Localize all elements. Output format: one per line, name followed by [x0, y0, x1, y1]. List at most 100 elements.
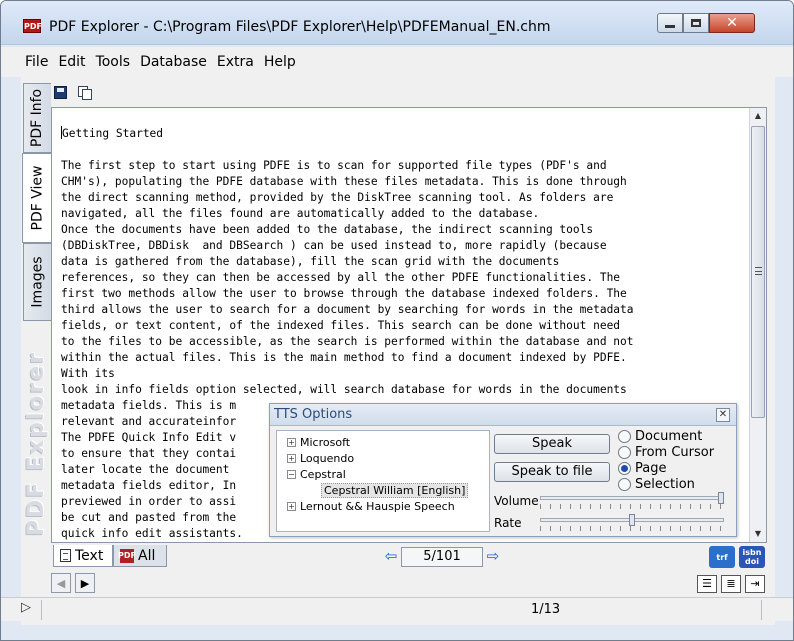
tts-close-button[interactable]: ✕ — [716, 408, 730, 422]
scroll-down-icon[interactable]: ▼ — [750, 526, 766, 542]
arrow-right-icon: ▶ — [80, 576, 90, 590]
tab-pdf-view-label: PDF View — [29, 165, 46, 231]
viewer-toolbar — [51, 83, 93, 105]
tts-title-bar[interactable]: TTS Options ✕ — [270, 404, 736, 426]
edit-list-icon[interactable]: ☰ — [697, 575, 717, 593]
document-line: With its — [61, 367, 115, 380]
list-view-icon[interactable]: ≣ — [721, 575, 741, 593]
document-line: metadata fields. This is m — [61, 399, 237, 412]
radio-page[interactable]: Page — [618, 460, 666, 476]
menu-extra[interactable]: Extra — [217, 54, 254, 70]
rate-ticks — [540, 526, 724, 531]
document-line: be cut and pasted from the — [61, 511, 237, 524]
voice-item-lernout-hauspie[interactable]: + Lernout && Hauspie Speech — [287, 499, 455, 515]
scroll-up-icon[interactable]: ▲ — [750, 108, 766, 124]
brand-watermark: PDF Explorer — [25, 343, 50, 543]
tab-text[interactable]: Text — [53, 545, 113, 567]
save-button[interactable] — [51, 83, 69, 101]
document-line: metadata fields editor, In — [61, 479, 237, 492]
voice-item-loquendo[interactable]: + Loquendo — [287, 451, 354, 467]
menu-file[interactable]: File — [25, 54, 48, 70]
menu-tools[interactable]: Tools — [96, 54, 131, 70]
document-line: CHM's), populating the PDFE database wit… — [61, 175, 627, 188]
speak-button[interactable]: Speak — [494, 434, 610, 454]
menu-edit[interactable]: Edit — [58, 54, 85, 70]
close-icon: ✕ — [718, 409, 728, 420]
radio-document[interactable]: Document — [618, 428, 702, 444]
tab-images[interactable]: Images — [23, 243, 51, 321]
export-icon[interactable]: ⇥ — [745, 575, 765, 593]
trf-button[interactable]: trf — [709, 546, 735, 568]
radio-from-cursor[interactable]: From Cursor — [618, 444, 714, 460]
rate-slider-thumb[interactable] — [629, 514, 635, 526]
expand-icon[interactable]: + — [287, 454, 296, 463]
title-bar[interactable]: PDF PDF Explorer - C:\Program Files\PDF … — [1, 1, 793, 45]
radio-label: Page — [635, 460, 667, 476]
isbn-doi-button[interactable]: isbn doi — [739, 546, 765, 568]
voice-item-microsoft[interactable]: + Microsoft — [287, 435, 350, 451]
expand-icon[interactable]: + — [287, 502, 296, 511]
radio-icon — [618, 445, 631, 459]
volume-label: Volume — [494, 494, 539, 508]
document-scrollbar[interactable]: ▲ ▼ — [749, 108, 766, 542]
rate-label: Rate — [494, 516, 522, 530]
document-line: previewed in order to assi — [61, 495, 237, 508]
window-title: PDF Explorer - C:\Program Files\PDF Expl… — [49, 19, 551, 35]
scrollbar-thumb[interactable] — [751, 126, 765, 418]
menu-database[interactable]: Database — [140, 54, 207, 70]
voice-item-cepstral[interactable]: − Cepstral — [287, 467, 346, 483]
prev-page-button[interactable]: ⇦ — [381, 546, 401, 566]
document-line: within the actual files. This is the mai… — [61, 351, 627, 364]
view-tabs-bar: Text PDF All ⇦ 5/101 ⇨ trf isbn doi — [51, 543, 767, 569]
menu-help[interactable]: Help — [264, 54, 296, 70]
collapse-icon[interactable]: − — [287, 470, 296, 479]
volume-slider-thumb[interactable] — [718, 492, 724, 504]
close-button[interactable]: ✕ — [709, 13, 755, 33]
file-navigation: ◀ ▶ — [51, 573, 95, 595]
voice-label: Cepstral William [English] — [321, 483, 469, 498]
document-line: the direct scanning method, provided by … — [61, 191, 614, 204]
radio-icon — [618, 429, 631, 443]
last-file-button[interactable]: ▶ — [75, 573, 95, 593]
main-window: PDF PDF Explorer - C:\Program Files\PDF … — [0, 0, 794, 641]
maximize-icon — [691, 19, 701, 27]
isbn-doi-icon: isbn doi — [743, 548, 762, 566]
volume-ticks — [540, 504, 724, 509]
tab-all-label: All — [138, 547, 156, 564]
tab-pdf-view[interactable]: PDF View — [22, 153, 52, 243]
tab-images-label: Images — [29, 256, 46, 308]
volume-slider[interactable] — [540, 496, 724, 500]
page-icon — [60, 549, 71, 562]
isbn-label: isbn — [742, 548, 762, 557]
copy-button[interactable] — [75, 83, 93, 101]
tts-options-dialog: TTS Options ✕ + Microsoft + Loquendo − Ceps… — [269, 403, 737, 537]
expand-icon[interactable]: + — [287, 438, 296, 447]
document-line: relevant and accurateinfor — [61, 415, 237, 428]
next-page-button[interactable]: ⇨ — [483, 546, 503, 566]
first-file-button[interactable]: ◀ — [51, 573, 71, 593]
page-counter[interactable]: 5/101 — [401, 547, 483, 567]
copy-icon — [77, 85, 92, 100]
tab-pdf-info[interactable]: PDF Info — [23, 83, 51, 153]
pdf-app-icon[interactable]: PDF — [23, 19, 42, 33]
voice-tree[interactable]: + Microsoft + Loquendo − Cepstral Cepstral … — [276, 430, 490, 532]
radio-selection[interactable]: Selection — [618, 476, 695, 492]
radio-label: Document — [635, 428, 703, 444]
document-line: look in info fields option selected, wil… — [61, 383, 627, 396]
status-bar: ▷ 1/13 — [1, 597, 793, 621]
tab-all[interactable]: PDF All — [113, 545, 167, 567]
speak-to-file-button[interactable]: Speak to file — [494, 462, 610, 482]
document-line: Getting Started — [62, 127, 164, 140]
arrow-left-icon: ⇦ — [384, 547, 398, 565]
document-line: later locate the document — [61, 463, 230, 476]
doi-label: doi — [745, 557, 759, 566]
voice-item-cepstral-william[interactable]: Cepstral William [English] — [321, 483, 469, 499]
document-line: data is gathered from the database), fil… — [61, 255, 560, 268]
minimize-button[interactable] — [657, 13, 683, 33]
minimize-icon — [665, 24, 675, 28]
maximize-button[interactable] — [683, 13, 709, 33]
pdf-icon: PDF — [118, 548, 136, 563]
play-icon[interactable]: ▷ — [21, 600, 31, 615]
view-mode-tools: ☰ ≣ ⇥ — [697, 575, 765, 593]
save-icon — [53, 85, 67, 99]
